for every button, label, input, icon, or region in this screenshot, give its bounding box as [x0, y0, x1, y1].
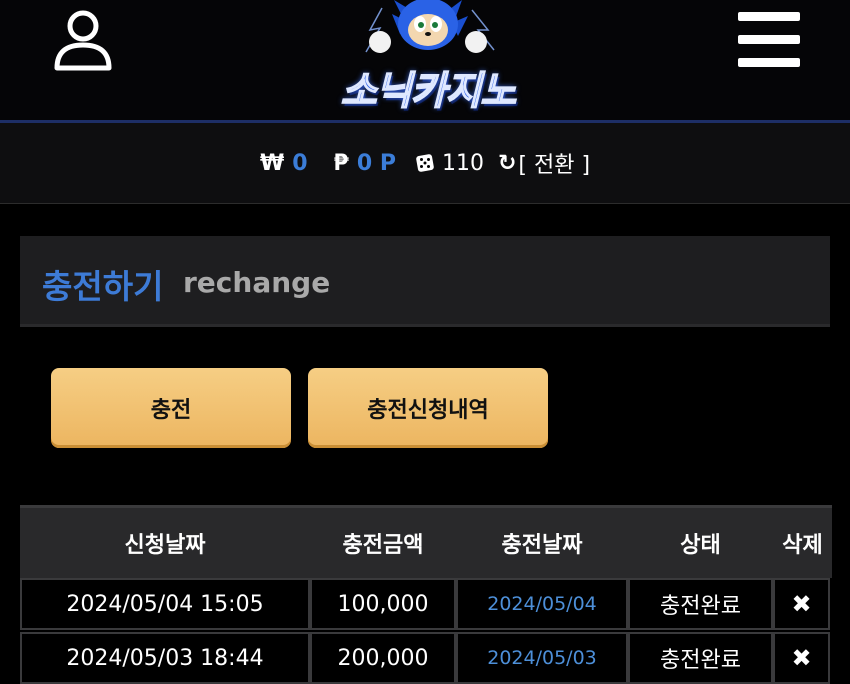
charge-history-button[interactable]: 충전신청내역: [308, 368, 548, 448]
hamburger-menu-icon[interactable]: [738, 12, 802, 68]
status-cell: 충전완료: [628, 578, 773, 630]
won-value: 0: [292, 150, 308, 176]
point-balance: ₱ 0 P: [334, 151, 396, 176]
page-title: 충전하기: [42, 267, 164, 306]
logo-text: 소닉카지노: [340, 68, 517, 115]
table-row: 2024/05/04 15:05 100,000 2024/05/04 충전완료…: [20, 578, 832, 630]
amount-cell: 100,000: [310, 578, 456, 630]
won-balance: ₩ 0: [260, 151, 308, 176]
switch-link[interactable]: [ 전환 ]: [518, 147, 590, 179]
balance-bar: ₩ 0 ₱ 0 P 110 ↻ [ 전환 ]: [0, 123, 850, 204]
won-icon: ₩: [259, 150, 285, 176]
delete-icon[interactable]: ✖: [773, 578, 830, 630]
page-subtitle: rechange: [183, 266, 331, 299]
point-icon: ₱: [333, 150, 349, 176]
user-icon[interactable]: [52, 8, 114, 72]
dice-balance: 110: [416, 151, 484, 176]
amount-cell: 200,000: [310, 632, 456, 684]
page-title-panel: 충전하기 rechange: [20, 236, 830, 327]
table-header: 신청날짜 충전금액 충전날짜 상태 삭제: [20, 505, 832, 578]
request-date-cell: 2024/05/03 18:44: [20, 632, 310, 684]
header-status: 상태: [680, 533, 721, 558]
charge-date-cell: 2024/05/03: [456, 632, 628, 684]
header: 소닉카지노: [0, 0, 850, 120]
header-amount: 충전금액: [342, 533, 424, 558]
charge-date-cell: 2024/05/04: [456, 578, 628, 630]
table-row: 2024/05/03 18:44 200,000 2024/05/03 충전완료…: [20, 632, 832, 684]
header-request-date: 신청날짜: [124, 533, 206, 558]
delete-icon[interactable]: ✖: [773, 632, 830, 684]
logo[interactable]: 소닉카지노: [322, 0, 534, 115]
status-cell: 충전완료: [628, 632, 773, 684]
header-delete: 삭제: [782, 533, 823, 558]
charge-button[interactable]: 충전: [51, 368, 291, 448]
request-date-cell: 2024/05/04 15:05: [20, 578, 310, 630]
refresh-icon[interactable]: ↻: [498, 151, 516, 176]
switch-control[interactable]: ↻ [ 전환 ]: [498, 147, 590, 179]
point-value: 0 P: [356, 150, 396, 176]
dice-icon: [416, 154, 434, 172]
dice-value: 110: [441, 150, 484, 176]
header-charge-date: 충전날짜: [501, 533, 583, 558]
